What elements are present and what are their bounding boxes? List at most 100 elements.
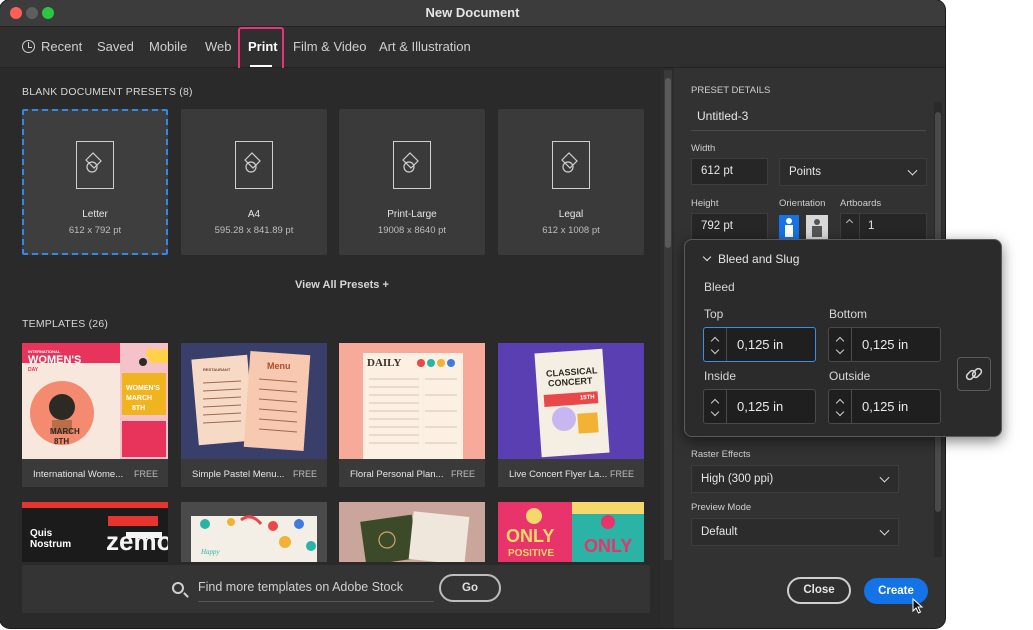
raster-effects-value: High (300 ppi) xyxy=(701,473,774,485)
bleed-outside-field[interactable]: 0,125 in xyxy=(828,389,941,424)
preset-legal[interactable]: Legal 612 x 1008 pt xyxy=(498,109,644,255)
chevron-down-icon[interactable] xyxy=(710,345,720,355)
chevron-up-icon[interactable] xyxy=(710,398,720,408)
stepper-arrows[interactable] xyxy=(704,390,727,423)
bleed-inside-field[interactable]: 0,125 in xyxy=(703,389,816,424)
stepper-arrows[interactable] xyxy=(704,328,727,361)
window-title: New Document xyxy=(425,5,520,20)
tab-saved[interactable]: Saved xyxy=(97,39,134,54)
free-badge: FREE xyxy=(133,469,158,479)
template-card-floral-planner[interactable]: DAILY Floral Personal Plan... FREE xyxy=(339,343,485,487)
preset-name: Letter xyxy=(82,209,108,220)
orientation-label: Orientation xyxy=(779,198,826,209)
preset-details-heading: PRESET DETAILS xyxy=(691,85,771,96)
bleed-bottom-field[interactable]: 0,125 in xyxy=(828,327,941,362)
tab-web[interactable]: Web xyxy=(205,39,232,54)
stepper-arrows[interactable] xyxy=(841,214,860,239)
category-tabs: Recent Saved Mobile Web Print Film & Vid… xyxy=(0,27,945,71)
blank-presets-heading-text: BLANK DOCUMENT PRESETS xyxy=(22,86,177,98)
tab-film-video[interactable]: Film & Video xyxy=(293,39,366,54)
presets-panel: BLANK DOCUMENT PRESETS (8) Letter 612 x … xyxy=(0,68,660,628)
document-name-field[interactable]: Untitled-3 xyxy=(697,109,748,123)
artboards-label: Artboards xyxy=(840,198,882,209)
units-dropdown[interactable]: Points xyxy=(779,158,927,186)
view-all-presets-link[interactable]: View All Presets + xyxy=(295,279,389,291)
document-icon xyxy=(393,141,431,189)
chevron-down-icon[interactable] xyxy=(835,407,845,417)
preset-a4[interactable]: A4 595.28 x 841.89 pt xyxy=(181,109,327,255)
template-card-concert-flyer[interactable]: CLASSICAL CONCERT 15TH Live Concert Flye… xyxy=(498,343,644,487)
preset-letter[interactable]: Letter 612 x 792 pt xyxy=(22,109,168,255)
preview-mode-dropdown[interactable]: Default xyxy=(691,518,899,546)
bleed-and-slug-toggle[interactable]: Bleed and Slug xyxy=(702,252,800,266)
thumb-text: ONLY xyxy=(584,536,633,556)
height-field[interactable]: 792 pt xyxy=(691,213,768,240)
scrollbar-thumb[interactable] xyxy=(665,78,671,248)
go-button[interactable]: Go xyxy=(439,574,501,602)
template-card-pastel-menu[interactable]: Menu RESTAURANT Simple Pastel Menu... FR… xyxy=(181,343,327,487)
template-card-womens-day[interactable]: INTERNATIONAL WOMEN'S DAY MARCH 8TH WOME… xyxy=(22,343,168,487)
template-card-row2-2[interactable]: Happy xyxy=(181,502,327,562)
templates-heading-text: TEMPLATES xyxy=(22,318,86,330)
stepper-arrows[interactable] xyxy=(829,328,852,361)
template-name: Live Concert Flyer La... xyxy=(509,469,608,480)
template-thumbnail: DAILY xyxy=(339,343,485,459)
close-button[interactable]: Close xyxy=(787,577,851,604)
templates-heading: TEMPLATES (26) xyxy=(22,318,108,330)
artboards-stepper[interactable]: 1 xyxy=(840,213,927,240)
template-name: International Wome... xyxy=(33,469,124,480)
preview-mode-value: Default xyxy=(701,526,738,538)
thumb-text: 8TH xyxy=(132,405,146,412)
chevron-down-icon xyxy=(879,525,890,536)
template-thumbnail: CLASSICAL CONCERT 15TH xyxy=(498,343,644,459)
chevron-up-icon[interactable] xyxy=(835,336,845,346)
raster-effects-label: Raster Effects xyxy=(691,449,751,460)
stock-search-input[interactable]: Find more templates on Adobe Stock xyxy=(198,580,403,594)
tab-art-illustration[interactable]: Art & Illustration xyxy=(379,39,471,54)
tab-print[interactable]: Print xyxy=(248,39,278,54)
bleed-and-slug-title: Bleed and Slug xyxy=(718,252,800,266)
preset-size: 595.28 x 841.89 pt xyxy=(214,225,294,236)
width-field[interactable]: 612 pt xyxy=(691,158,768,185)
thumb-text: Happy xyxy=(201,548,220,556)
title-bar: New Document xyxy=(0,0,945,27)
templates-count: (26) xyxy=(88,318,109,330)
stepper-arrows[interactable] xyxy=(829,390,852,423)
preset-size: 19008 x 8640 pt xyxy=(377,225,447,236)
template-card-row2-1[interactable]: Quis Nostrum zemo xyxy=(22,502,168,562)
chevron-down-icon xyxy=(879,472,890,483)
chevron-down-icon[interactable] xyxy=(710,407,720,417)
thumb-text: DAY xyxy=(28,367,39,373)
presets-scrollbar[interactable] xyxy=(664,70,672,560)
chevron-down-icon[interactable] xyxy=(835,345,845,355)
chevron-up-icon[interactable] xyxy=(835,398,845,408)
bleed-bottom-label: Bottom xyxy=(829,307,868,321)
units-value: Points xyxy=(789,166,821,178)
tab-mobile[interactable]: Mobile xyxy=(149,39,187,54)
thumb-text: 8TH xyxy=(54,437,70,446)
thumb-text: MARCH xyxy=(126,395,153,402)
bleed-bottom-value: 0,125 in xyxy=(862,337,909,352)
preset-print-large[interactable]: Print-Large 19008 x 8640 pt xyxy=(339,109,485,255)
preset-name: Print-Large xyxy=(387,209,437,220)
template-card-row2-4[interactable]: ONLY ONLY POSITIVE xyxy=(498,502,644,562)
preview-mode-label: Preview Mode xyxy=(691,502,752,513)
link-bleed-values-button[interactable] xyxy=(957,357,991,391)
chevron-up-icon[interactable] xyxy=(710,336,720,346)
preset-size: 612 x 792 pt xyxy=(68,225,122,236)
thumb-text: MARCH xyxy=(50,427,80,436)
tab-recent-label: Recent xyxy=(41,39,83,54)
raster-effects-dropdown[interactable]: High (300 ppi) xyxy=(691,465,899,493)
bleed-inside-value: 0,125 in xyxy=(737,399,784,414)
bleed-top-field[interactable]: 0,125 in xyxy=(703,327,816,362)
stock-search-bar: Find more templates on Adobe Stock Go xyxy=(22,565,650,613)
tab-recent[interactable]: Recent xyxy=(22,39,82,54)
document-icon xyxy=(235,141,273,189)
active-tab-indicator xyxy=(250,65,272,67)
thumb-text: zemo xyxy=(106,526,168,556)
portrait-orientation-button[interactable] xyxy=(779,215,799,239)
template-card-row2-3[interactable] xyxy=(339,502,485,562)
chevron-down-icon xyxy=(907,165,918,176)
landscape-orientation-button[interactable] xyxy=(806,215,828,239)
clock-icon xyxy=(22,40,35,53)
